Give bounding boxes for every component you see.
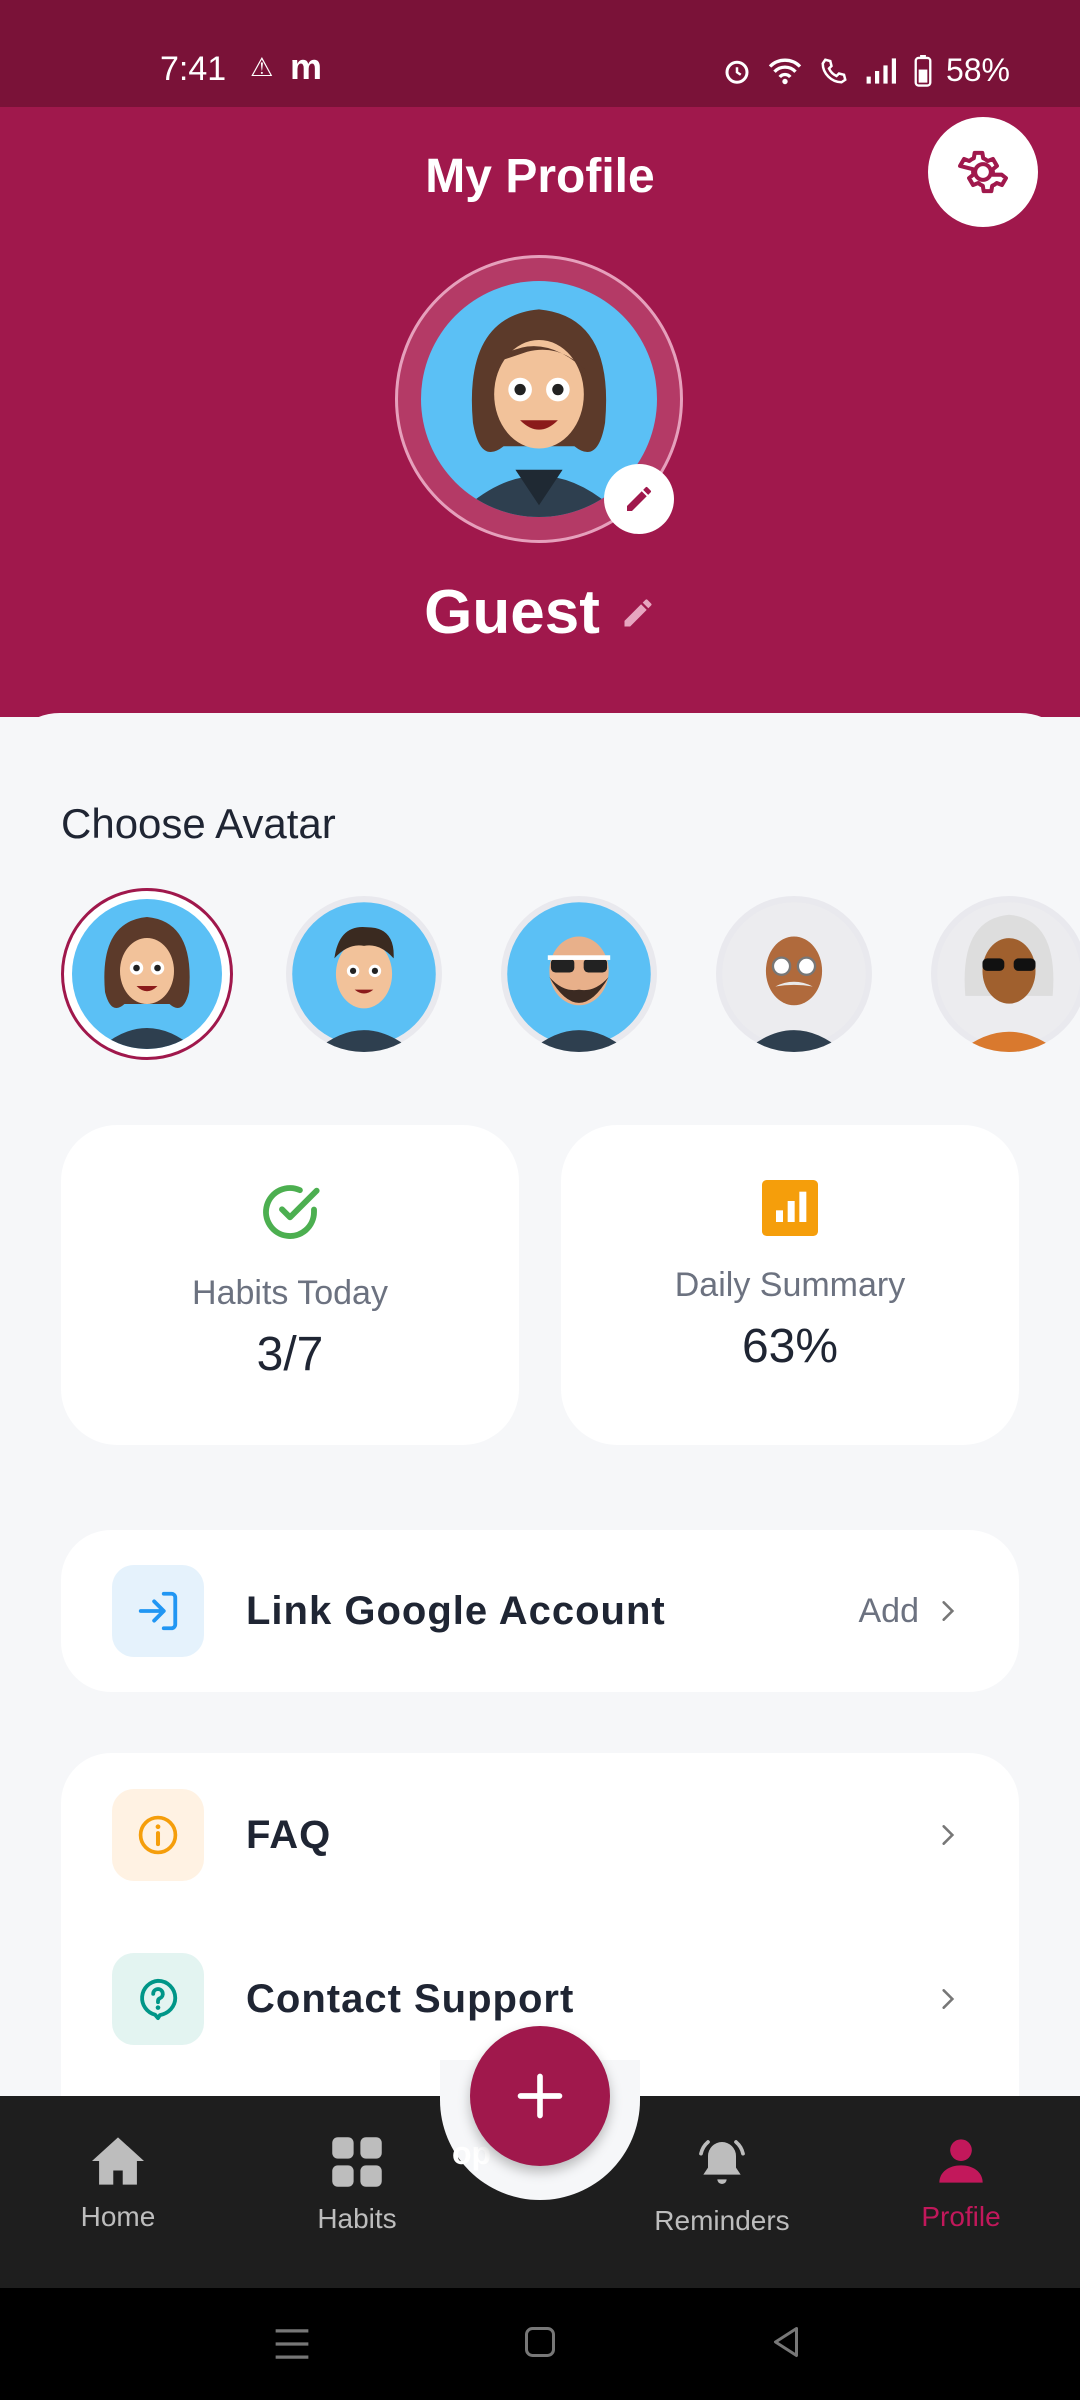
help-chat-icon <box>140 1978 178 2021</box>
page-title: My Profile <box>425 150 655 203</box>
nav-habits-label: Habits <box>317 2203 397 2234</box>
back-icon[interactable] <box>768 2324 804 2360</box>
daily-summary-card[interactable]: Daily Summary 63% <box>561 1125 1019 1445</box>
home-icon <box>92 2137 144 2185</box>
avatar-option-4[interactable] <box>716 896 872 1052</box>
warning-notification-icon: ⚠ <box>250 52 274 82</box>
wifi-calling-icon <box>821 57 847 84</box>
contact-support-label: Contact Support <box>246 1976 575 2021</box>
nav-reminders[interactable]: Reminders <box>642 2135 802 2237</box>
status-bar: 7:41 ⚠ m 58% <box>0 0 1080 107</box>
avatar-option-5[interactable] <box>931 896 1080 1052</box>
edit-avatar-button[interactable] <box>604 464 674 534</box>
status-time: 7:41 <box>160 50 227 88</box>
daily-summary-value: 63% <box>741 1320 839 1373</box>
link-google-account-row[interactable]: Link Google Account Add <box>61 1546 1019 1676</box>
info-icon-box <box>112 1789 204 1881</box>
help-icon-box <box>112 1953 204 2045</box>
avatar-option-1[interactable] <box>61 888 233 1060</box>
nav-home-label: Home <box>80 2201 156 2232</box>
avatar-woman-illustration <box>72 899 222 1049</box>
home-system-icon[interactable] <box>522 2324 558 2360</box>
nav-reminders-label: Reminders <box>654 2205 790 2236</box>
battery-icon <box>914 54 932 87</box>
alarm-icon <box>725 60 749 84</box>
faq-label: FAQ <box>246 1812 332 1857</box>
avatar-option-3[interactable] <box>501 896 657 1052</box>
link-account-card: Link Google Account Add <box>61 1530 1019 1692</box>
nav-profile[interactable]: Profile <box>881 2135 1041 2233</box>
habits-today-label: Habits Today <box>192 1274 388 1312</box>
login-icon-box <box>112 1565 204 1657</box>
bar-chart-icon <box>762 1180 818 1236</box>
bell-icon <box>699 2140 745 2184</box>
link-google-account-label: Link Google Account <box>246 1588 666 1633</box>
gear-icon <box>958 150 1008 194</box>
m-notification-icon: m <box>290 46 323 87</box>
battery-percent: 58% <box>945 52 1010 88</box>
login-icon <box>138 1591 178 1631</box>
daily-summary-label: Daily Summary <box>674 1266 906 1304</box>
habits-today-value: 3/7 <box>256 1328 324 1381</box>
avatar-white-hair-woman-illustration <box>937 902 1080 1052</box>
avatar-picker <box>61 888 1080 1060</box>
grid-icon <box>332 2137 382 2187</box>
nav-profile-label: Profile <box>921 2201 1001 2232</box>
avatar-man-illustration <box>292 902 436 1052</box>
add-action-label: Add <box>858 1591 920 1630</box>
edit-name-icon[interactable] <box>620 595 656 631</box>
add-habit-button[interactable] <box>470 2026 610 2166</box>
avatar-glasses-man-illustration <box>722 902 866 1052</box>
nav-habits[interactable]: Habits <box>277 2135 437 2235</box>
choose-avatar-title: Choose Avatar <box>61 800 336 847</box>
chevron-right-icon <box>942 1825 955 1845</box>
recent-apps-icon[interactable] <box>272 2326 312 2362</box>
signal-icon <box>866 57 896 84</box>
habits-today-card[interactable]: Habits Today 3/7 <box>61 1125 519 1445</box>
chevron-right-icon <box>942 1989 955 2009</box>
profile-header: My Profile Guest <box>0 107 1080 717</box>
avatar-bearded-man-illustration <box>507 902 651 1052</box>
chevron-right-icon <box>942 1601 955 1621</box>
system-navigation-bar <box>0 2288 1080 2400</box>
plus-icon <box>517 2073 563 2119</box>
person-icon <box>939 2139 983 2183</box>
user-name: Guest <box>424 578 600 647</box>
info-icon <box>138 1815 178 1855</box>
nav-home[interactable]: Home <box>38 2135 198 2233</box>
settings-button[interactable] <box>928 117 1038 227</box>
pencil-icon <box>627 486 651 511</box>
avatar-option-2[interactable] <box>286 896 442 1052</box>
check-circle-icon <box>263 1185 320 1239</box>
wifi-icon <box>768 58 802 84</box>
faq-row[interactable]: FAQ <box>61 1770 1019 1900</box>
